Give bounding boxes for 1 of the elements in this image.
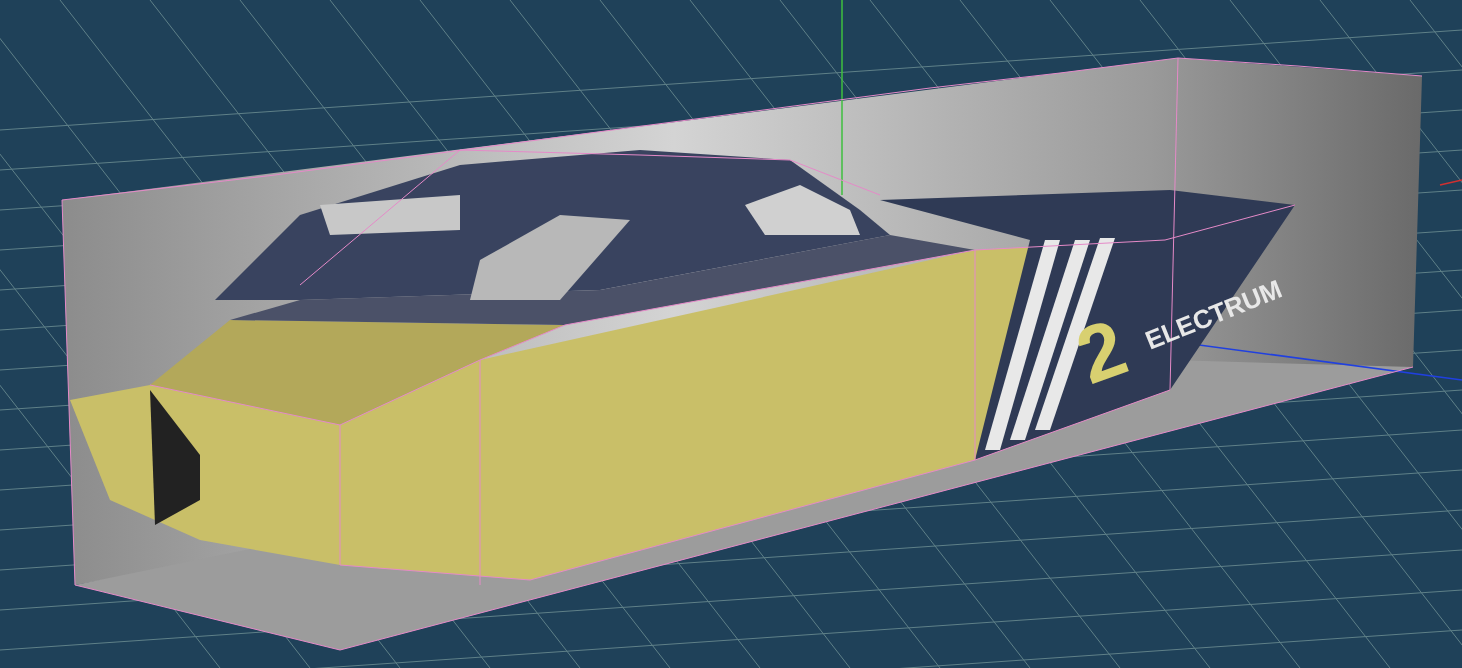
livery-number: 2 [1065, 302, 1138, 401]
